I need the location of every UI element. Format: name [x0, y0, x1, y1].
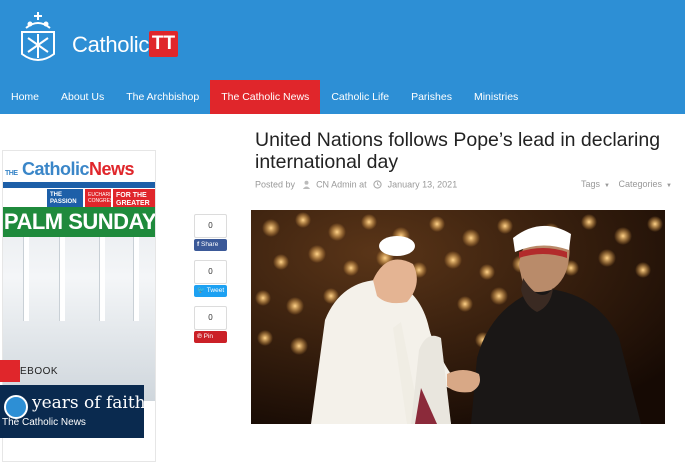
caret-down-icon: ▼ [604, 183, 610, 189]
nav-item-ministries[interactable]: Ministries [463, 80, 529, 114]
cover-masthead-news: News [89, 159, 135, 179]
site-logo[interactable]: Catholic TT [18, 10, 178, 70]
pinterest-icon: ℗ [197, 333, 202, 340]
logo-badge: TT [149, 31, 178, 57]
pinterest-share-count: 0 [194, 306, 227, 330]
cathedral-crest-icon [21, 12, 55, 61]
article-meta: Posted by CN Admin at January 13, 2021 [255, 179, 457, 191]
pinterest-share-button[interactable]: ℗ Pin [194, 331, 227, 343]
nav-item-home[interactable]: Home [0, 80, 50, 114]
twitter-share-label: Tweet [206, 287, 225, 294]
tags-dropdown[interactable]: Tags ▼ [581, 179, 616, 189]
facebook-widget-tab [0, 360, 20, 382]
cover-masthead: THE CatholicNews [5, 159, 135, 180]
site-header: Catholic TT Home About Us The Archbishop… [0, 0, 685, 114]
tags-label: Tags [581, 179, 601, 189]
nav-item-about-us[interactable]: About Us [50, 80, 115, 114]
nav-item-catholic-life[interactable]: Catholic Life [320, 80, 400, 114]
facebook-icon: f [197, 241, 200, 248]
user-icon [302, 180, 310, 190]
cover-headline: PALM SUNDAY [3, 207, 155, 237]
facebook-share-label: Share [200, 241, 219, 248]
article-featured-image[interactable] [251, 210, 665, 424]
nav-item-the-catholic-news[interactable]: The Catholic News [210, 80, 321, 114]
categories-dropdown[interactable]: Categories ▼ [618, 179, 677, 189]
facebook-page-avatar [4, 395, 28, 419]
pinterest-share-label: Pin [203, 333, 214, 340]
article-taxonomy: Tags ▼ Categories ▼ [581, 179, 678, 189]
cover-masthead-the: THE [5, 170, 18, 177]
facebook-page-banner[interactable]: years of faithful The Catholic News [0, 385, 144, 438]
nav-item-the-archbishop[interactable]: The Archbishop [115, 80, 210, 114]
main-navigation: Home About Us The Archbishop The Catholi… [0, 80, 529, 114]
caret-down-icon: ▼ [666, 183, 672, 189]
cover-masthead-catholic: Catholic [22, 159, 90, 179]
article-author[interactable]: CN Admin [316, 180, 357, 190]
categories-label: Categories [618, 179, 663, 189]
facebook-share-count: 0 [194, 214, 227, 238]
sidebar: THE CatholicNews THE PASSION EUCHARISTIC… [0, 114, 160, 462]
share-buttons: 0 f Share 0 🐦 Tweet 0 ℗ Pin [194, 214, 228, 343]
facebook-banner-text: years of faithful [32, 393, 144, 413]
nav-item-parishes[interactable]: Parishes [400, 80, 463, 114]
at-label: at [359, 179, 367, 190]
facebook-widget-title: EBOOK [20, 366, 59, 377]
twitter-icon: 🐦 [197, 287, 206, 294]
twitter-share-count: 0 [194, 260, 227, 284]
posted-by-label: Posted by [255, 179, 296, 190]
clock-icon [373, 180, 382, 189]
pope-and-imam-handshake-photo [251, 210, 665, 424]
logo-wordmark: Catholic [72, 32, 150, 57]
article-date: January 13, 2021 [387, 179, 458, 190]
facebook-banner-subtext: The Catholic News [2, 417, 86, 428]
twitter-share-button[interactable]: 🐦 Tweet [194, 285, 227, 297]
facebook-share-button[interactable]: f Share [194, 239, 227, 251]
cover-stripe [3, 182, 155, 188]
article-title: United Nations follows Pope’s lead in de… [255, 129, 661, 173]
